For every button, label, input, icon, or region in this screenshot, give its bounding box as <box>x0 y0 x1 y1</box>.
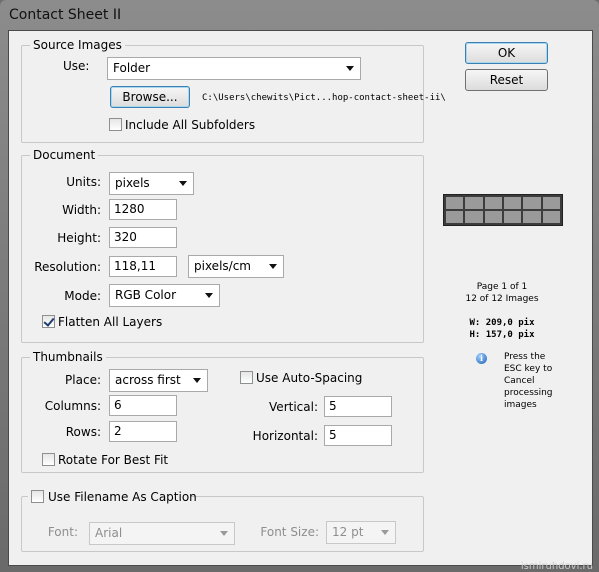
preview-thumbnail-cell <box>504 211 522 223</box>
thumbnails-legend: Thumbnails <box>30 350 106 364</box>
use-select[interactable]: Folder <box>107 57 361 80</box>
font-size-select[interactable]: 12 pt <box>326 521 396 544</box>
esc-hint-line: ESC key to <box>504 364 553 374</box>
esc-hint-line: images <box>504 400 537 410</box>
preview-thumbnail-cell <box>446 211 464 223</box>
columns-label: Columns: <box>44 399 101 413</box>
chevron-down-icon <box>179 181 187 186</box>
font-select-value: Arial <box>95 526 123 540</box>
use-filename-caption-label[interactable]: Use Filename As Caption <box>48 490 197 504</box>
height-label: Height: <box>57 231 101 245</box>
chevron-down-icon <box>205 293 213 298</box>
page-info: Page 1 of 1 <box>476 282 528 292</box>
preview-thumbnail-cell <box>446 197 464 209</box>
chevron-down-icon <box>269 264 277 269</box>
columns-field[interactable]: 6 <box>109 395 177 416</box>
chevron-down-icon <box>346 66 354 71</box>
preview-thumbnail-cell <box>523 197 541 209</box>
width-label: Width: <box>62 203 101 217</box>
vertical-label: Vertical: <box>269 400 318 414</box>
resolution-unit-select[interactable]: pixels/cm <box>188 255 284 278</box>
preview-thumbnail-cell <box>542 197 560 209</box>
font-size-select-value: 12 pt <box>332 525 364 539</box>
rows-label: Rows: <box>65 425 101 439</box>
place-label: Place: <box>65 373 101 387</box>
font-select[interactable]: Arial <box>89 522 235 545</box>
chevron-down-icon <box>193 378 201 383</box>
window-title: Contact Sheet II <box>9 7 122 23</box>
flatten-layers-label[interactable]: Flatten All Layers <box>58 315 162 329</box>
rows-field[interactable]: 2 <box>109 421 177 442</box>
preview-thumbnail-cell <box>465 197 483 209</box>
document-group: Document Units: pixels Width: 1280 Heigh… <box>21 148 424 343</box>
contact-sheet-preview <box>443 194 563 226</box>
caption-group: Use Filename As Caption Font: Arial Font… <box>21 490 424 552</box>
use-filename-caption-checkbox[interactable] <box>31 490 44 503</box>
font-label: Font: <box>47 525 78 539</box>
preview-thumbnail-cell <box>542 211 560 223</box>
esc-hint-line: processing <box>504 388 553 398</box>
preview-thumbnail-cell <box>484 197 502 209</box>
place-select[interactable]: across first <box>109 369 208 392</box>
ok-button-label: OK <box>497 46 516 60</box>
preview-thumbnail-cell <box>465 211 483 223</box>
mode-label: Mode: <box>64 289 101 303</box>
esc-hint: Press the ESC key to Cancel processing image… <box>504 351 584 411</box>
include-subfolders-label[interactable]: Include All Subfolders <box>125 118 255 132</box>
rotate-best-fit-label[interactable]: Rotate For Best Fit <box>58 453 168 467</box>
dialog-body: Source Images Use: Folder Browse... C:\U… <box>8 30 593 566</box>
watermark: ismiruhdovi.ru <box>520 561 593 572</box>
mode-select-value: RGB Color <box>115 288 177 302</box>
document-legend: Document <box>30 148 99 162</box>
width-info: W: 209,0 pix <box>469 318 535 328</box>
units-select[interactable]: pixels <box>109 172 194 195</box>
source-path: C:\Users\chewits\Pict...hop-contact-shee… <box>202 93 446 103</box>
resolution-field[interactable]: 118,11 <box>109 256 177 277</box>
horizontal-field[interactable]: 5 <box>324 425 392 446</box>
place-select-value: across first <box>115 373 181 387</box>
thumbnails-group: Thumbnails Place: across first Columns: … <box>21 350 424 473</box>
reset-button[interactable]: Reset <box>465 69 548 91</box>
browse-button-label: Browse... <box>122 90 178 104</box>
include-subfolders-checkbox[interactable] <box>109 118 122 131</box>
height-field[interactable]: 320 <box>109 227 177 248</box>
resolution-label: Resolution: <box>34 260 101 274</box>
vertical-field[interactable]: 5 <box>324 396 392 417</box>
caption-legend: Use Filename As Caption <box>28 490 197 504</box>
auto-spacing-label[interactable]: Use Auto-Spacing <box>256 371 362 385</box>
esc-hint-line: Press the <box>504 352 546 362</box>
title-bar[interactable]: Contact Sheet II <box>0 0 599 30</box>
chevron-down-icon <box>381 530 389 535</box>
dialog-window: Contact Sheet II Source Images Use: Fold… <box>0 0 599 572</box>
ok-button[interactable]: OK <box>465 42 548 64</box>
source-images-group: Source Images Use: Folder Browse... C:\U… <box>21 38 446 143</box>
units-select-value: pixels <box>115 176 150 190</box>
use-select-value: Folder <box>113 61 151 75</box>
chevron-down-icon <box>220 531 228 536</box>
flatten-layers-checkbox[interactable] <box>42 315 55 328</box>
mode-select[interactable]: RGB Color <box>109 284 220 307</box>
reset-button-label: Reset <box>489 73 524 87</box>
preview-thumbnail-cell <box>523 211 541 223</box>
units-label: Units: <box>66 175 101 189</box>
browse-button[interactable]: Browse... <box>110 86 190 108</box>
auto-spacing-checkbox[interactable] <box>240 371 253 384</box>
rotate-best-fit-checkbox[interactable] <box>42 453 55 466</box>
source-images-legend: Source Images <box>30 38 125 52</box>
preview-thumbnail-cell <box>504 197 522 209</box>
preview-thumbnail-cell <box>484 211 502 223</box>
use-label: Use: <box>63 59 90 73</box>
horizontal-label: Horizontal: <box>252 429 318 443</box>
info-icon: i <box>476 353 487 364</box>
height-info: H: 157,0 pix <box>469 330 535 340</box>
width-field[interactable]: 1280 <box>109 199 177 220</box>
resolution-unit-value: pixels/cm <box>194 259 251 273</box>
esc-hint-line: Cancel <box>504 376 535 386</box>
images-info: 12 of 12 Images <box>465 294 539 304</box>
font-size-label: Font Size: <box>260 525 319 539</box>
